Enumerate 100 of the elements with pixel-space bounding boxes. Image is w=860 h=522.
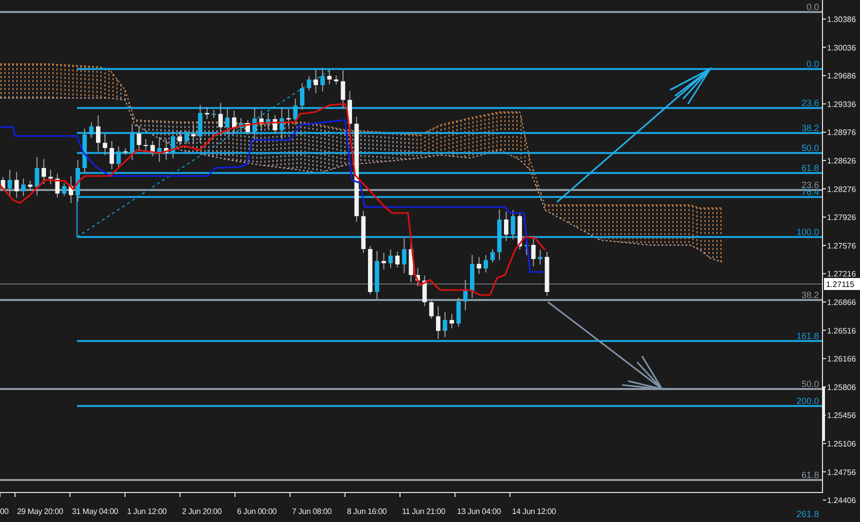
candlestick — [232, 110, 236, 134]
fibonacci-level-label: 261.8 — [796, 509, 819, 519]
candlestick — [42, 158, 46, 184]
fibonacci-level-label: 200.0 — [796, 396, 819, 406]
candlestick — [136, 125, 142, 152]
candlestick — [116, 146, 121, 168]
candlestick — [48, 169, 53, 185]
candlestick — [300, 82, 304, 110]
candlestick — [272, 114, 278, 134]
candlestick — [238, 118, 244, 132]
price-label: 1.25106 — [827, 440, 856, 448]
candlestick — [497, 209, 502, 261]
price-label: 1.29686 — [827, 72, 856, 81]
candlestick — [8, 169, 12, 197]
time-label: 11 Jun 21:00 — [402, 507, 446, 516]
candlestick — [123, 148, 128, 156]
time-label: 6 Jun 00:00 — [237, 507, 277, 516]
candlestick — [334, 74, 338, 85]
candlestick — [157, 136, 162, 162]
candlestick — [327, 69, 332, 85]
candlestick — [198, 104, 202, 144]
price-label: 1.27216 — [827, 270, 856, 279]
price-label: 1.27576 — [827, 241, 856, 250]
fibonacci-level-label: 23.6 — [801, 98, 819, 108]
candlestick — [348, 90, 352, 132]
candlestick — [320, 67, 325, 92]
fibonacci-level-label: 50.0 — [801, 379, 819, 389]
candlestick — [0, 176, 6, 192]
candlestick — [252, 108, 257, 140]
time-label: 1 Jun 12:00 — [127, 507, 167, 516]
candlestick — [76, 160, 80, 202]
price-label: 1.26516 — [827, 326, 856, 336]
trend-arrow[interactable] — [556, 66, 712, 203]
candlestick — [510, 210, 516, 240]
time-label: 31 May 04:00 — [72, 507, 118, 516]
fibonacci-level-label: 100.0 — [796, 227, 819, 237]
candlestick — [170, 128, 176, 159]
candlestick — [402, 238, 406, 274]
price-label: 1.28626 — [827, 156, 856, 166]
candlestick — [102, 133, 108, 156]
candlestick — [55, 173, 60, 198]
candlestick — [62, 182, 66, 196]
fibonacci-level-label: 161.8 — [796, 331, 819, 341]
price-label: 1.25806 — [827, 382, 856, 392]
candlestick — [130, 123, 134, 161]
candlestick — [470, 254, 474, 298]
candlestick — [286, 108, 291, 128]
candlestick — [218, 102, 223, 136]
time-label: 7 Jun 08:00 — [292, 507, 332, 516]
fibonacci-level-label: 38.2 — [801, 290, 819, 300]
price-label: 1.26166 — [827, 354, 856, 364]
candlestick — [484, 254, 488, 273]
price-label: 1.30386 — [827, 15, 856, 24]
candlestick — [68, 176, 74, 204]
price-label: 1.29336 — [827, 100, 856, 109]
candlestick — [225, 108, 230, 135]
fibonacci-level-label: 0.0 — [806, 59, 819, 69]
candlestick — [34, 156, 40, 196]
candlestick — [463, 279, 468, 311]
candlestick — [416, 268, 420, 287]
candlestick — [178, 130, 182, 146]
candlestick — [164, 138, 168, 161]
candlestick — [246, 120, 250, 135]
candlestick — [388, 249, 393, 268]
candlestick — [184, 130, 189, 144]
candlestick — [422, 275, 427, 307]
candlestick — [259, 110, 264, 132]
candlestick — [266, 112, 270, 130]
candlestick — [280, 106, 284, 140]
candlestick — [204, 106, 210, 120]
candlestick — [395, 251, 400, 268]
candlestick — [442, 312, 448, 338]
fibonacci-level-label: 0.0 — [806, 2, 819, 12]
candlestick — [456, 297, 461, 328]
candlestick — [531, 235, 536, 267]
candlestick — [368, 246, 372, 295]
candlestick — [306, 76, 312, 91]
candlestick — [436, 306, 440, 340]
price-label: 1.27926 — [827, 213, 856, 222]
candlestick — [96, 114, 100, 152]
fibonacci-level-label: 61.8 — [801, 163, 819, 173]
candlestick — [110, 140, 114, 170]
time-label: 13 Jun 04:00 — [457, 507, 501, 516]
time-label: 8 Jun 16:00 — [347, 507, 387, 516]
candlestick — [144, 138, 148, 152]
candlestick — [21, 178, 26, 197]
price-label: 1.28976 — [827, 128, 856, 138]
time-label: 2 Jun 20:00 — [182, 507, 222, 516]
candlestick — [212, 109, 216, 119]
time-label: 00 — [0, 507, 8, 516]
trend-arrow[interactable] — [548, 301, 664, 390]
candlestick — [89, 122, 94, 138]
fibonacci-level-label: 38.2 — [801, 123, 819, 133]
candlestick — [28, 180, 32, 190]
price-label: 1.28276 — [827, 184, 856, 194]
candlestick — [314, 69, 318, 94]
price-label: 1.25456 — [827, 411, 856, 420]
price-label: 1.26866 — [827, 298, 856, 307]
fibonacci-level-label: 50.0 — [801, 143, 819, 153]
candlestick — [504, 211, 508, 242]
